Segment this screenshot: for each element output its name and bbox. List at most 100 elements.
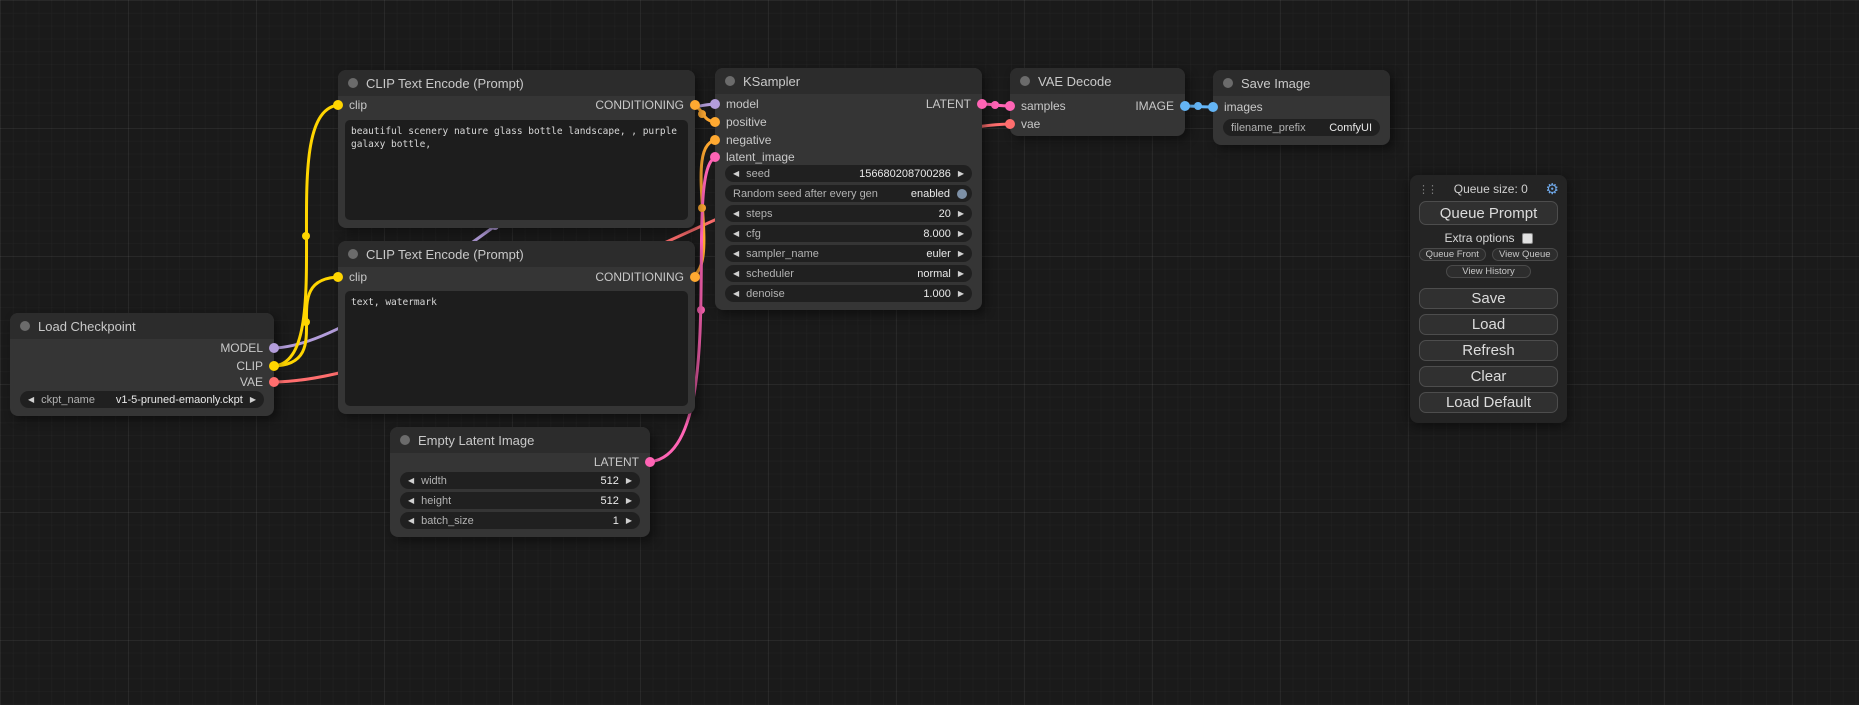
conditioning-slot-icon[interactable] bbox=[690, 100, 700, 110]
steps-widget[interactable]: ◀ steps 20 ▶ bbox=[725, 205, 972, 222]
width-widget[interactable]: ◀ width 512 ▶ bbox=[400, 472, 640, 489]
input-slot-negative[interactable]: negative bbox=[710, 131, 771, 149]
prev-arrow-icon[interactable]: ◀ bbox=[28, 396, 34, 404]
prev-arrow-icon[interactable]: ◀ bbox=[733, 290, 739, 298]
graph-canvas[interactable]: Load Checkpoint MODEL CLIP VAE ◀ ckpt_na… bbox=[0, 0, 1859, 705]
node-title-bar[interactable]: CLIP Text Encode (Prompt) bbox=[338, 70, 695, 96]
node-ksampler[interactable]: KSampler model positive negative latent_… bbox=[715, 68, 982, 310]
extra-options-checkbox[interactable] bbox=[1522, 233, 1533, 244]
prev-arrow-icon[interactable]: ◀ bbox=[733, 170, 739, 178]
node-vae-decode[interactable]: VAE Decode samples vae IMAGE bbox=[1010, 68, 1185, 136]
input-slot-clip[interactable]: clip bbox=[333, 268, 367, 286]
node-title-bar[interactable]: Save Image bbox=[1213, 70, 1390, 96]
next-arrow-icon[interactable]: ▶ bbox=[958, 270, 964, 278]
input-slot-samples[interactable]: samples bbox=[1005, 97, 1066, 115]
random-seed-toggle-widget[interactable]: Random seed after every gen enabled bbox=[725, 185, 972, 202]
filename-prefix-widget[interactable]: filename_prefix ComfyUI bbox=[1223, 119, 1380, 136]
prev-arrow-icon[interactable]: ◀ bbox=[408, 477, 414, 485]
drag-handle-icon[interactable]: ⋮⋮ bbox=[1418, 183, 1436, 196]
node-collapse-dot[interactable] bbox=[1223, 78, 1233, 88]
latent-slot-icon[interactable] bbox=[710, 152, 720, 162]
node-empty-latent-image[interactable]: Empty Latent Image LATENT ◀ width 512 ▶ … bbox=[390, 427, 650, 537]
node-clip-text-encode-negative[interactable]: CLIP Text Encode (Prompt) clip CONDITION… bbox=[338, 241, 695, 414]
node-clip-text-encode-positive[interactable]: CLIP Text Encode (Prompt) clip CONDITION… bbox=[338, 70, 695, 228]
next-arrow-icon[interactable]: ▶ bbox=[958, 290, 964, 298]
denoise-widget[interactable]: ◀ denoise 1.000 ▶ bbox=[725, 285, 972, 302]
conditioning-slot-icon[interactable] bbox=[710, 135, 720, 145]
node-title-bar[interactable]: KSampler bbox=[715, 68, 982, 94]
load-button[interactable]: Load bbox=[1419, 314, 1558, 335]
prev-arrow-icon[interactable]: ◀ bbox=[733, 230, 739, 238]
vae-slot-icon[interactable] bbox=[1005, 119, 1015, 129]
clip-slot-icon[interactable] bbox=[333, 100, 343, 110]
refresh-button[interactable]: Refresh bbox=[1419, 340, 1558, 361]
view-queue-button[interactable]: View Queue bbox=[1492, 248, 1559, 261]
node-title-bar[interactable]: Empty Latent Image bbox=[390, 427, 650, 453]
node-title-bar[interactable]: VAE Decode bbox=[1010, 68, 1185, 94]
toggle-icon[interactable] bbox=[957, 189, 967, 199]
input-slot-clip[interactable]: clip bbox=[333, 96, 367, 114]
latent-slot-icon[interactable] bbox=[1005, 101, 1015, 111]
next-arrow-icon[interactable]: ▶ bbox=[958, 250, 964, 258]
next-arrow-icon[interactable]: ▶ bbox=[958, 170, 964, 178]
queue-prompt-button[interactable]: Queue Prompt bbox=[1419, 201, 1558, 225]
output-slot-latent[interactable]: LATENT bbox=[926, 95, 987, 113]
clip-slot-icon[interactable] bbox=[269, 361, 279, 371]
conditioning-slot-icon[interactable] bbox=[710, 117, 720, 127]
image-slot-icon[interactable] bbox=[1180, 101, 1190, 111]
next-arrow-icon[interactable]: ▶ bbox=[626, 517, 632, 525]
node-title-bar[interactable]: Load Checkpoint bbox=[10, 313, 274, 339]
node-collapse-dot[interactable] bbox=[20, 321, 30, 331]
node-collapse-dot[interactable] bbox=[348, 78, 358, 88]
save-button[interactable]: Save bbox=[1419, 288, 1558, 309]
node-title-bar[interactable]: CLIP Text Encode (Prompt) bbox=[338, 241, 695, 267]
clear-button[interactable]: Clear bbox=[1419, 366, 1558, 387]
settings-gear-icon[interactable]: ⚙ bbox=[1546, 182, 1559, 197]
next-arrow-icon[interactable]: ▶ bbox=[626, 497, 632, 505]
output-slot-image[interactable]: IMAGE bbox=[1135, 97, 1190, 115]
batch-size-widget[interactable]: ◀ batch_size 1 ▶ bbox=[400, 512, 640, 529]
output-slot-latent[interactable]: LATENT bbox=[594, 453, 655, 471]
input-slot-latent-image[interactable]: latent_image bbox=[710, 148, 795, 166]
node-collapse-dot[interactable] bbox=[1020, 76, 1030, 86]
next-arrow-icon[interactable]: ▶ bbox=[250, 396, 256, 404]
scheduler-widget[interactable]: ◀ scheduler normal ▶ bbox=[725, 265, 972, 282]
input-slot-vae[interactable]: vae bbox=[1005, 115, 1040, 133]
next-arrow-icon[interactable]: ▶ bbox=[626, 477, 632, 485]
next-arrow-icon[interactable]: ▶ bbox=[958, 210, 964, 218]
output-slot-conditioning[interactable]: CONDITIONING bbox=[595, 268, 700, 286]
node-load-checkpoint[interactable]: Load Checkpoint MODEL CLIP VAE ◀ ckpt_na… bbox=[10, 313, 274, 416]
output-slot-model[interactable]: MODEL bbox=[220, 339, 279, 357]
prompt-textarea[interactable]: beautiful scenery nature glass bottle la… bbox=[345, 120, 688, 220]
output-slot-conditioning[interactable]: CONDITIONING bbox=[595, 96, 700, 114]
view-history-button[interactable]: View History bbox=[1446, 265, 1531, 278]
node-save-image[interactable]: Save Image images filename_prefix ComfyU… bbox=[1213, 70, 1390, 145]
model-slot-icon[interactable] bbox=[710, 99, 720, 109]
node-collapse-dot[interactable] bbox=[725, 76, 735, 86]
seed-widget[interactable]: ◀ seed 156680208700286 ▶ bbox=[725, 165, 972, 182]
prev-arrow-icon[interactable]: ◀ bbox=[733, 270, 739, 278]
input-slot-images[interactable]: images bbox=[1208, 98, 1263, 116]
conditioning-slot-icon[interactable] bbox=[690, 272, 700, 282]
height-widget[interactable]: ◀ height 512 ▶ bbox=[400, 492, 640, 509]
prev-arrow-icon[interactable]: ◀ bbox=[408, 517, 414, 525]
model-slot-icon[interactable] bbox=[269, 343, 279, 353]
clip-slot-icon[interactable] bbox=[333, 272, 343, 282]
prev-arrow-icon[interactable]: ◀ bbox=[408, 497, 414, 505]
vae-slot-icon[interactable] bbox=[269, 377, 279, 387]
sampler-name-widget[interactable]: ◀ sampler_name euler ▶ bbox=[725, 245, 972, 262]
cfg-widget[interactable]: ◀ cfg 8.000 ▶ bbox=[725, 225, 972, 242]
latent-slot-icon[interactable] bbox=[645, 457, 655, 467]
node-collapse-dot[interactable] bbox=[348, 249, 358, 259]
input-slot-model[interactable]: model bbox=[710, 95, 759, 113]
ckpt-name-widget[interactable]: ◀ ckpt_name v1-5-pruned-emaonly.ckpt ▶ bbox=[20, 391, 264, 408]
input-slot-positive[interactable]: positive bbox=[710, 113, 767, 131]
queue-front-button[interactable]: Queue Front bbox=[1419, 248, 1486, 261]
prompt-textarea[interactable]: text, watermark bbox=[345, 291, 688, 406]
prev-arrow-icon[interactable]: ◀ bbox=[733, 250, 739, 258]
prev-arrow-icon[interactable]: ◀ bbox=[733, 210, 739, 218]
load-default-button[interactable]: Load Default bbox=[1419, 392, 1558, 413]
image-slot-icon[interactable] bbox=[1208, 102, 1218, 112]
latent-slot-icon[interactable] bbox=[977, 99, 987, 109]
next-arrow-icon[interactable]: ▶ bbox=[958, 230, 964, 238]
